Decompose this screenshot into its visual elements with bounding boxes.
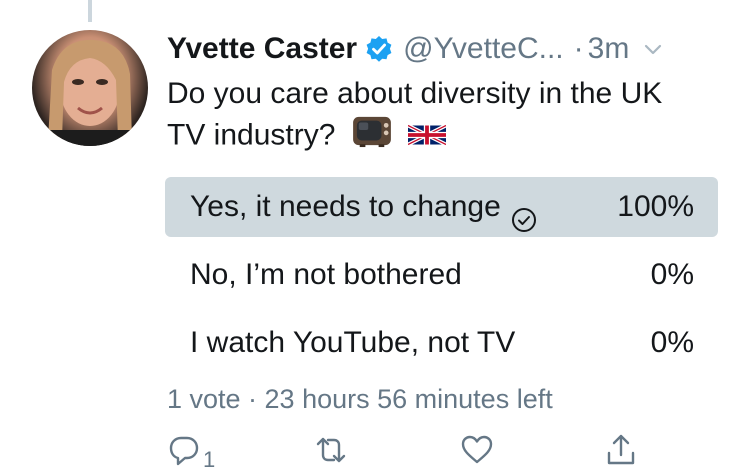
poll-option-text: No, I’m not bothered xyxy=(190,258,462,291)
poll-option-text: I watch YouTube, not TV xyxy=(190,326,516,359)
poll: Yes, it needs to change 100% No, I’m not… xyxy=(165,177,718,381)
poll-summary: 1 vote · 23 hours 56 minutes left xyxy=(167,384,553,414)
reply-count: 1 xyxy=(203,447,216,472)
retweet-button[interactable] xyxy=(314,433,348,469)
timestamp[interactable]: 3m xyxy=(588,32,630,66)
poll-option-2[interactable]: No, I’m not bothered 0% xyxy=(165,245,718,305)
poll-option-label: No, I’m not bothered xyxy=(190,245,462,305)
share-icon xyxy=(604,433,638,472)
like-button[interactable] xyxy=(460,433,494,469)
tweet-header: Yvette Caster @YvetteC... · 3m xyxy=(167,27,663,71)
reply-button[interactable]: 1 xyxy=(167,433,215,472)
poll-option-percent: 100% xyxy=(617,190,694,223)
check-circle-icon xyxy=(511,194,537,232)
poll-option-percent: 0% xyxy=(650,326,694,359)
retweet-icon xyxy=(314,433,348,472)
tweet-text: Do you care about diversity in the UK TV… xyxy=(167,73,707,159)
author-handle[interactable]: @YvetteC... xyxy=(403,32,564,66)
author-name[interactable]: Yvette Caster xyxy=(167,32,357,66)
thread-line xyxy=(88,0,92,22)
poll-option-1[interactable]: Yes, it needs to change 100% xyxy=(165,177,718,237)
poll-option-3[interactable]: I watch YouTube, not TV 0% xyxy=(165,313,718,373)
poll-option-percent: 0% xyxy=(650,258,694,291)
tweet-actions: 1 xyxy=(167,433,647,472)
television-icon xyxy=(352,114,392,159)
poll-option-text: Yes, it needs to change xyxy=(190,190,501,223)
separator-dot: · xyxy=(573,32,584,65)
chevron-down-icon[interactable] xyxy=(643,39,663,59)
reply-icon xyxy=(167,433,201,472)
verified-badge-icon xyxy=(365,35,393,63)
uk-flag-icon xyxy=(407,116,447,157)
like-icon xyxy=(460,433,494,472)
poll-option-label: I watch YouTube, not TV xyxy=(190,313,515,373)
poll-option-label: Yes, it needs to change xyxy=(190,177,537,237)
avatar-photo xyxy=(32,39,148,146)
share-button[interactable] xyxy=(604,433,638,469)
avatar[interactable] xyxy=(32,30,148,146)
